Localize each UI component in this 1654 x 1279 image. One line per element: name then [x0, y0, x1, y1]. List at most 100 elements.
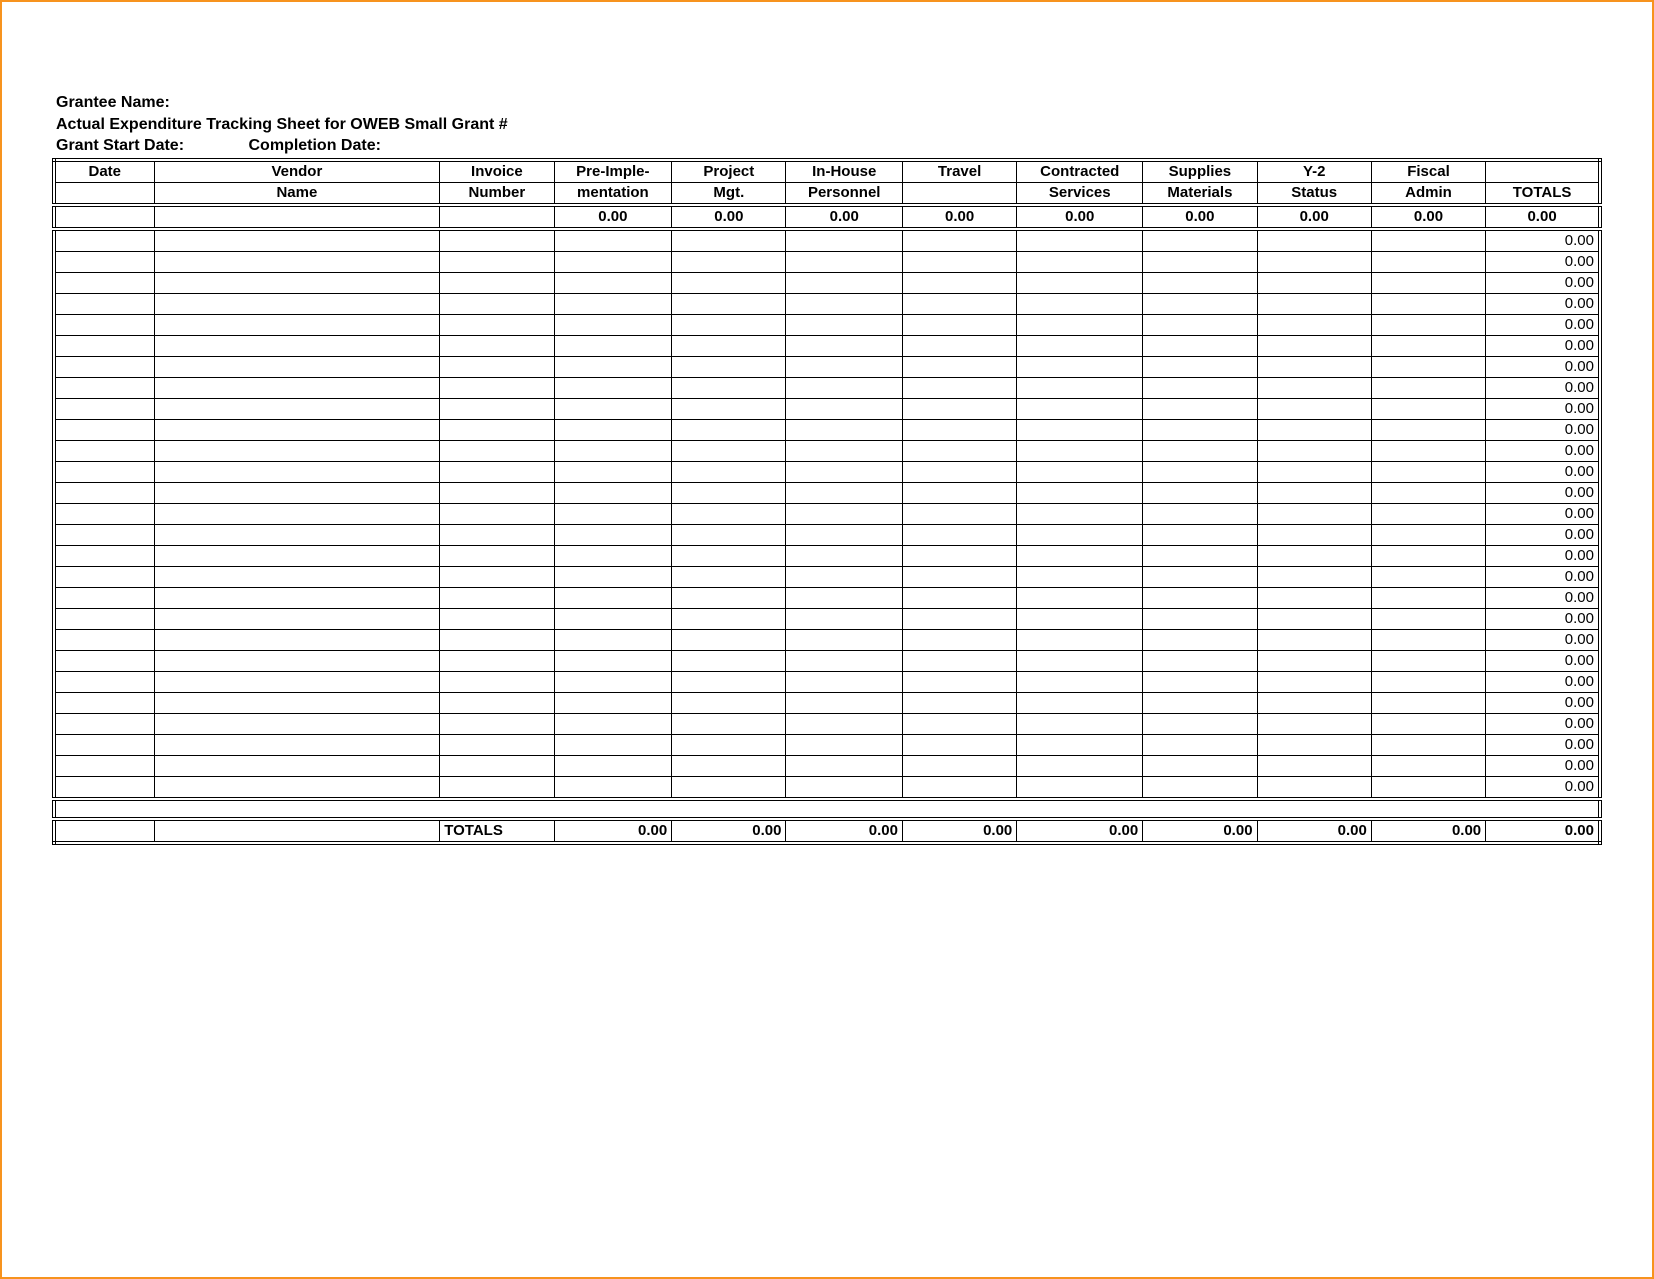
data-cell[interactable] — [440, 314, 554, 335]
data-cell[interactable] — [672, 482, 786, 503]
data-cell[interactable] — [786, 335, 902, 356]
data-cell[interactable] — [1371, 356, 1485, 377]
data-cell[interactable] — [440, 356, 554, 377]
data-cell[interactable] — [54, 524, 154, 545]
data-cell[interactable] — [1257, 734, 1371, 755]
data-cell[interactable] — [672, 734, 786, 755]
data-cell[interactable] — [672, 650, 786, 671]
data-cell[interactable] — [672, 587, 786, 608]
data-cell[interactable] — [154, 692, 440, 713]
data-cell[interactable] — [1371, 335, 1485, 356]
data-cell[interactable] — [1017, 713, 1143, 734]
data-cell[interactable] — [786, 314, 902, 335]
data-cell[interactable] — [902, 377, 1016, 398]
data-cell[interactable] — [1143, 251, 1257, 272]
data-cell[interactable] — [154, 629, 440, 650]
data-cell[interactable] — [54, 692, 154, 713]
data-cell[interactable] — [786, 629, 902, 650]
data-cell[interactable] — [554, 524, 672, 545]
data-cell[interactable] — [1017, 440, 1143, 461]
data-cell[interactable] — [902, 776, 1016, 799]
data-cell[interactable] — [1143, 671, 1257, 692]
data-cell[interactable] — [440, 629, 554, 650]
data-cell[interactable] — [440, 398, 554, 419]
data-cell[interactable] — [672, 524, 786, 545]
data-cell[interactable] — [786, 713, 902, 734]
data-cell[interactable] — [902, 335, 1016, 356]
data-cell[interactable] — [154, 713, 440, 734]
data-cell[interactable] — [554, 755, 672, 776]
data-cell[interactable] — [154, 251, 440, 272]
data-cell[interactable] — [54, 461, 154, 482]
data-cell[interactable] — [1143, 440, 1257, 461]
data-cell[interactable] — [1371, 650, 1485, 671]
data-cell[interactable] — [786, 482, 902, 503]
data-cell[interactable] — [786, 398, 902, 419]
data-cell[interactable] — [440, 608, 554, 629]
data-cell[interactable] — [154, 461, 440, 482]
data-cell[interactable] — [1143, 734, 1257, 755]
data-cell[interactable] — [1017, 776, 1143, 799]
data-cell[interactable] — [54, 398, 154, 419]
data-cell[interactable] — [440, 692, 554, 713]
data-cell[interactable] — [554, 545, 672, 566]
data-cell[interactable] — [786, 545, 902, 566]
data-cell[interactable] — [902, 629, 1016, 650]
data-cell[interactable] — [1017, 566, 1143, 587]
data-cell[interactable] — [1257, 524, 1371, 545]
data-cell[interactable] — [54, 587, 154, 608]
data-cell[interactable] — [1143, 293, 1257, 314]
data-cell[interactable] — [554, 629, 672, 650]
data-cell[interactable] — [54, 251, 154, 272]
data-cell[interactable] — [1257, 461, 1371, 482]
data-cell[interactable] — [554, 440, 672, 461]
data-cell[interactable] — [1257, 776, 1371, 799]
data-cell[interactable] — [786, 229, 902, 252]
data-cell[interactable] — [54, 650, 154, 671]
data-cell[interactable] — [786, 293, 902, 314]
data-cell[interactable] — [54, 755, 154, 776]
data-cell[interactable] — [1371, 293, 1485, 314]
data-cell[interactable] — [902, 251, 1016, 272]
data-cell[interactable] — [1143, 356, 1257, 377]
data-cell[interactable] — [554, 293, 672, 314]
data-cell[interactable] — [902, 713, 1016, 734]
data-cell[interactable] — [1017, 314, 1143, 335]
data-cell[interactable] — [1371, 629, 1485, 650]
data-cell[interactable] — [440, 461, 554, 482]
data-cell[interactable] — [672, 419, 786, 440]
data-cell[interactable] — [1017, 293, 1143, 314]
data-cell[interactable] — [1257, 377, 1371, 398]
data-cell[interactable] — [786, 461, 902, 482]
data-cell[interactable] — [54, 293, 154, 314]
data-cell[interactable] — [672, 776, 786, 799]
data-cell[interactable] — [154, 377, 440, 398]
data-cell[interactable] — [54, 482, 154, 503]
data-cell[interactable] — [786, 377, 902, 398]
data-cell[interactable] — [1257, 713, 1371, 734]
data-cell[interactable] — [672, 335, 786, 356]
data-cell[interactable] — [154, 566, 440, 587]
data-cell[interactable] — [1257, 272, 1371, 293]
data-cell[interactable] — [786, 440, 902, 461]
data-cell[interactable] — [440, 755, 554, 776]
data-cell[interactable] — [672, 608, 786, 629]
data-cell[interactable] — [902, 419, 1016, 440]
data-cell[interactable] — [1371, 503, 1485, 524]
data-cell[interactable] — [440, 503, 554, 524]
data-cell[interactable] — [902, 608, 1016, 629]
data-cell[interactable] — [440, 229, 554, 252]
data-cell[interactable] — [1017, 398, 1143, 419]
data-cell[interactable] — [1257, 251, 1371, 272]
data-cell[interactable] — [672, 503, 786, 524]
data-cell[interactable] — [672, 692, 786, 713]
data-cell[interactable] — [554, 229, 672, 252]
data-cell[interactable] — [554, 734, 672, 755]
data-cell[interactable] — [1017, 755, 1143, 776]
data-cell[interactable] — [1143, 503, 1257, 524]
data-cell[interactable] — [1143, 692, 1257, 713]
data-cell[interactable] — [1257, 545, 1371, 566]
data-cell[interactable] — [902, 503, 1016, 524]
data-cell[interactable] — [1143, 776, 1257, 799]
data-cell[interactable] — [902, 356, 1016, 377]
